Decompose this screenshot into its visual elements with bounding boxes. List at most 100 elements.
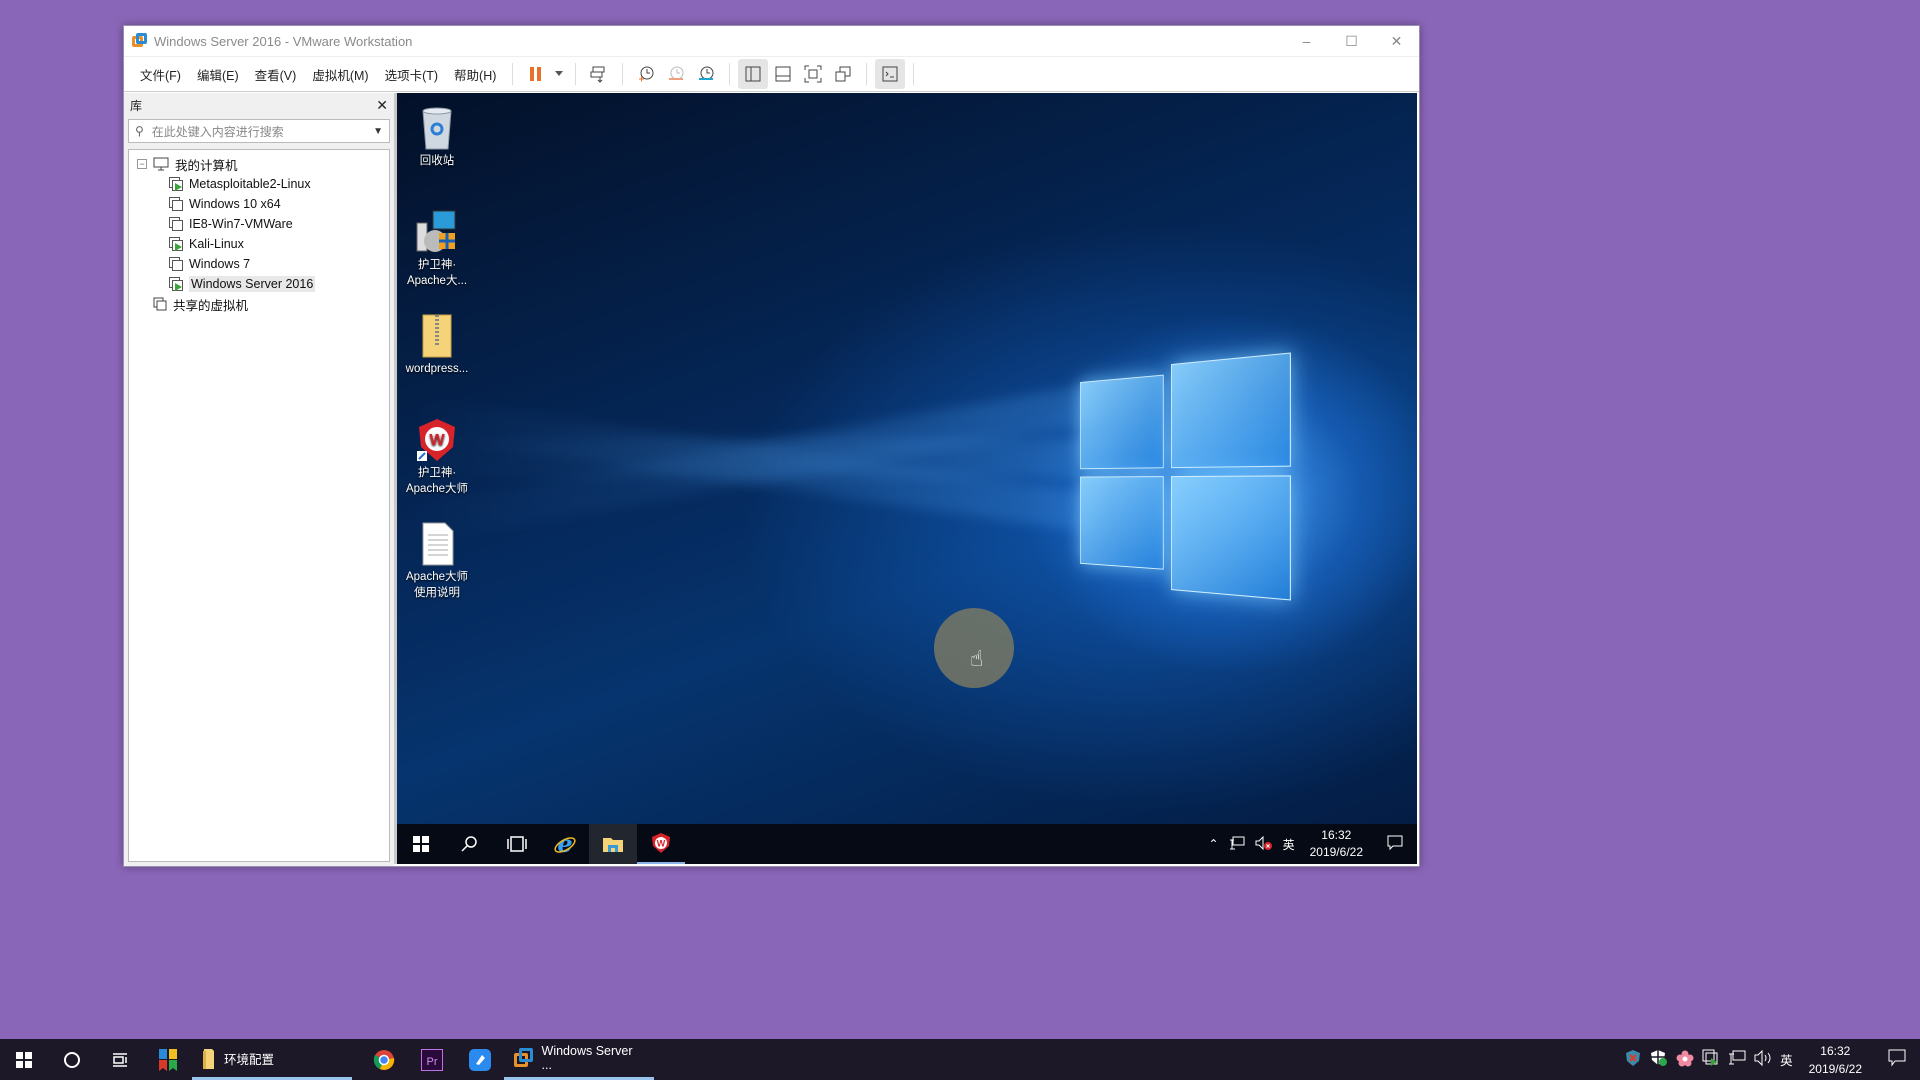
vmware-icon: [514, 1048, 534, 1068]
tree-vm-metasploitable[interactable]: Metasploitable2-Linux: [129, 174, 389, 194]
menu-vm[interactable]: 虚拟机(M): [304, 65, 376, 84]
guest-search-button[interactable]: [445, 824, 493, 864]
icon-label: 护卫神·: [417, 259, 457, 271]
flower-app-icon[interactable]: [1672, 1049, 1698, 1070]
desktop-icons: 回收站 护卫神· Apache大... wordpress... W 护卫神·: [397, 99, 477, 619]
power-dropdown-button[interactable]: [551, 59, 567, 89]
collapse-icon[interactable]: −: [137, 159, 147, 169]
menu-file[interactable]: 文件(F): [132, 65, 189, 84]
guest-action-center-button[interactable]: [1373, 835, 1417, 854]
tree-vm-kali[interactable]: Kali-Linux: [129, 234, 389, 254]
pause-button[interactable]: [521, 59, 551, 89]
icon-label: 使用说明: [414, 587, 460, 599]
search-dropdown-icon[interactable]: ▼: [373, 126, 383, 137]
tree-vm-windows7[interactable]: Windows 7: [129, 254, 389, 274]
console-view-button[interactable]: [875, 59, 906, 89]
search-icon: [461, 836, 477, 852]
taskbar-app-vmware[interactable]: Windows Server ...: [504, 1039, 654, 1080]
library-close-button[interactable]: ✕: [376, 97, 388, 114]
tree-vm-windows-server-2016[interactable]: Windows Server 2016: [129, 274, 389, 294]
toolbar-separator: [729, 63, 731, 85]
tree-label: IE8-Win7-VMWare: [189, 217, 293, 231]
guest-start-button[interactable]: [397, 824, 445, 864]
maximize-button[interactable]: ☐: [1329, 26, 1374, 56]
toolbar-separator: [866, 63, 868, 85]
tree-vm-ie8-win7[interactable]: IE8-Win7-VMWare: [129, 214, 389, 234]
action-center-button[interactable]: [1874, 1049, 1920, 1070]
defender-icon[interactable]: [1646, 1049, 1672, 1070]
vm-running-icon: [169, 177, 183, 191]
tree-label: Windows 10 x64: [189, 197, 281, 211]
vm-console[interactable]: 回收站 护卫神· Apache大... wordpress... W 护卫神·: [394, 93, 1417, 864]
snapshot-manager-button[interactable]: [691, 59, 721, 89]
revert-snapshot-button[interactable]: [661, 59, 691, 89]
fullscreen-button[interactable]: [798, 59, 828, 89]
guest-huweishen-button[interactable]: W: [637, 824, 685, 864]
chrome-button[interactable]: [360, 1039, 408, 1080]
guest-ie-button[interactable]: e: [541, 824, 589, 864]
close-button[interactable]: ✕: [1374, 26, 1419, 56]
desktop-icon-apache-manual[interactable]: Apache大师 使用说明: [397, 515, 477, 619]
notification-icon: [1387, 835, 1403, 850]
chrome-icon: [373, 1049, 395, 1070]
send-ctrl-alt-del-button[interactable]: [584, 59, 614, 89]
icon-label: wordpress...: [405, 363, 469, 375]
security-shield-icon[interactable]: [1620, 1049, 1646, 1070]
input-language-indicator[interactable]: 英: [1278, 836, 1300, 853]
tree-label: Kali-Linux: [189, 237, 244, 251]
icon-label: Apache大...: [406, 275, 468, 287]
host-taskbar: 环境配置 Pr Windows Server ... 英 16:32 2019/…: [0, 1039, 1920, 1080]
desktop-icon-huweishen-apache[interactable]: W 护卫神· Apache大师: [397, 411, 477, 515]
library-search-input[interactable]: ⚲ 在此处键入内容进行搜索 ▼: [128, 119, 390, 143]
title-bar[interactable]: Windows Server 2016 - VMware Workstation…: [124, 26, 1419, 56]
vm-running-icon: [169, 237, 183, 251]
menu-tabs[interactable]: 选项卡(T): [377, 65, 446, 84]
premiere-button[interactable]: Pr: [408, 1039, 456, 1080]
desktop-icon-wordpress-zip[interactable]: wordpress...: [397, 307, 477, 411]
network-icon[interactable]: [1224, 836, 1250, 853]
guest-task-view-button[interactable]: [493, 824, 541, 864]
snapshot-take-icon: [639, 66, 654, 82]
desktop-icon-recycle-bin[interactable]: 回收站: [397, 99, 477, 203]
start-button[interactable]: [0, 1039, 48, 1080]
host-clock[interactable]: 16:32 2019/6/22: [1797, 1042, 1874, 1078]
network-icon[interactable]: [1724, 1050, 1750, 1069]
cortana-button[interactable]: [48, 1039, 96, 1080]
tree-label: 我的计算机: [175, 158, 238, 173]
zip-folder-icon: [415, 313, 459, 358]
pause-icon: [530, 67, 542, 81]
guest-time: 16:32: [1321, 828, 1352, 842]
menu-help[interactable]: 帮助(H): [446, 65, 504, 84]
input-language-indicator[interactable]: 英: [1776, 1050, 1797, 1069]
guest-file-explorer-button[interactable]: [589, 824, 637, 864]
vmware-tray-icon[interactable]: [1698, 1049, 1724, 1070]
show-thumbnail-button[interactable]: [768, 59, 798, 89]
installer-icon: [415, 209, 459, 253]
unity-button[interactable]: [828, 59, 858, 89]
take-snapshot-button[interactable]: [631, 59, 661, 89]
vm-icon: [169, 257, 183, 271]
send-ctrl-alt-del-icon: [590, 66, 605, 83]
library-panel: 库 ✕ ⚲ 在此处键入内容进行搜索 ▼ − 我的计算机 Metasploitab…: [124, 93, 394, 866]
taskbar-app-folder[interactable]: 环境配置: [192, 1039, 352, 1080]
volume-icon[interactable]: [1750, 1049, 1776, 1069]
show-hidden-icons-button[interactable]: ⌃: [1204, 837, 1224, 851]
menu-view[interactable]: 查看(V): [247, 65, 305, 84]
tree-shared-vms[interactable]: 共享的虚拟机: [129, 294, 389, 314]
toolbar-separator: [913, 63, 915, 85]
search-icon: ⚲: [135, 124, 144, 138]
minimize-button[interactable]: –: [1284, 26, 1329, 56]
volume-muted-icon[interactable]: [1250, 835, 1278, 853]
tree-root-my-computer[interactable]: − 我的计算机: [129, 154, 389, 174]
app-pinned-colorful[interactable]: [144, 1039, 192, 1080]
menu-edit[interactable]: 编辑(E): [189, 65, 247, 84]
desktop-icon-apache-installer[interactable]: 护卫神· Apache大...: [397, 203, 477, 307]
snapshot-manager-icon: [699, 66, 714, 80]
taskbar-app-label: Windows Server ...: [541, 1044, 633, 1072]
task-view-button[interactable]: [96, 1039, 144, 1080]
tree-vm-windows10[interactable]: Windows 10 x64: [129, 194, 389, 214]
text-document-icon: [415, 521, 459, 566]
guest-clock[interactable]: 16:32 2019/6/22: [1300, 827, 1373, 861]
feishu-button[interactable]: [456, 1039, 504, 1080]
show-library-button[interactable]: [738, 59, 769, 89]
